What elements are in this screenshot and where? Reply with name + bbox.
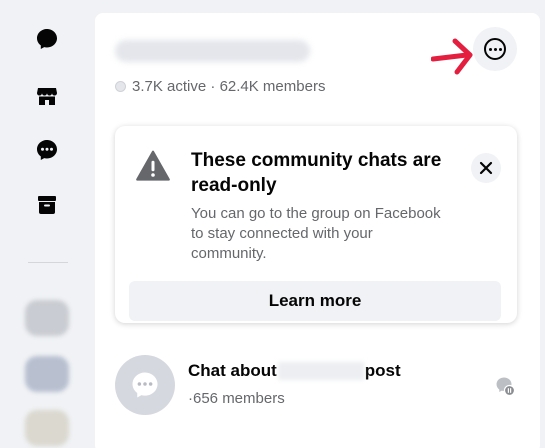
notice-body: You can go to the group on Facebook to s… [191, 205, 441, 262]
community-chat-item[interactable]: Chat about post ·656 members [115, 353, 525, 429]
annotation-arrow-icon [431, 38, 473, 75]
chat-title-suffix: post [364, 361, 401, 380]
chat-bubble-icon [132, 372, 158, 398]
more-options-button[interactable] [473, 27, 517, 71]
chat-title: Chat about post [188, 361, 401, 381]
read-only-notice: These community chats are read-only You … [115, 126, 517, 323]
left-rail [0, 0, 95, 448]
community-avatar[interactable] [25, 410, 69, 446]
community-avatar[interactable] [25, 356, 69, 392]
requests-icon[interactable] [33, 136, 61, 164]
learn-more-button[interactable]: Learn more [129, 281, 501, 321]
member-count: 62.4K members [219, 78, 326, 95]
group-name-redacted [115, 40, 310, 62]
warning-icon [136, 150, 170, 181]
more-options-icon [484, 38, 506, 60]
archive-icon[interactable] [33, 191, 61, 219]
notice-title: These community chats are read-only [191, 150, 442, 196]
stats-separator: · [206, 78, 220, 95]
close-notice-button[interactable] [471, 153, 501, 183]
chat-title-prefix: Chat about [188, 361, 277, 380]
chat-member-count: ·656 members [188, 390, 285, 407]
community-panel: 3.7K active · 62.4K members These commun… [95, 13, 540, 448]
rail-divider [28, 262, 68, 263]
chat-avatar [115, 355, 175, 415]
chat-bubble-icon[interactable] [33, 25, 61, 53]
read-only-status-icon [496, 377, 515, 396]
close-icon [479, 161, 493, 175]
community-avatar[interactable] [25, 300, 69, 336]
group-stats: 3.7K active · 62.4K members [115, 78, 325, 95]
active-status-icon [115, 81, 126, 92]
marketplace-icon[interactable] [33, 82, 61, 110]
active-count: 3.7K active [132, 78, 207, 95]
redacted-text [277, 362, 364, 380]
